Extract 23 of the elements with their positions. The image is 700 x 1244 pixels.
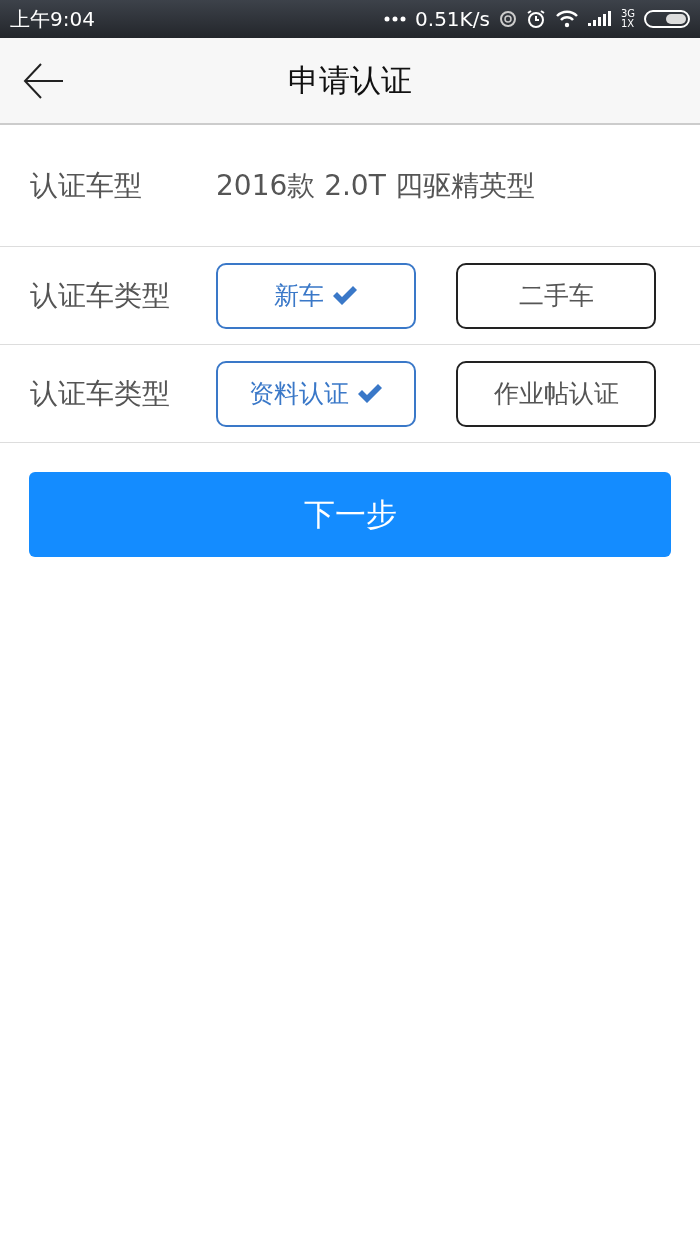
next-step-button[interactable]: 下一步: [29, 472, 671, 557]
field-label: 认证车型: [30, 167, 143, 204]
battery-icon: [644, 10, 690, 28]
field-label: 认证车类型: [30, 277, 171, 314]
car-model-value: 2016款 2.0T 四驱精英型: [216, 167, 535, 204]
status-time: 上午9:04: [10, 5, 95, 33]
network-speed: 0.51K/s: [415, 7, 490, 31]
field-label: 认证车类型: [30, 375, 171, 412]
option-button[interactable]: 二手车: [456, 262, 656, 329]
check-icon: [332, 285, 358, 306]
option-button[interactable]: 资料认证: [216, 360, 416, 427]
network-type: 3G: [620, 9, 635, 19]
network-type: 1X: [620, 19, 635, 29]
more-dots-icon: [384, 16, 407, 22]
wifi-icon: [554, 10, 579, 28]
back-arrow-icon[interactable]: [23, 61, 63, 101]
sync-icon: [498, 10, 517, 28]
check-icon: [357, 383, 383, 404]
signal-icon: [587, 11, 612, 27]
alarm-icon: [525, 9, 546, 29]
page-title: 申请认证: [288, 60, 412, 100]
option-button[interactable]: 作业帖认证: [456, 360, 656, 427]
option-button[interactable]: 新车: [216, 262, 416, 329]
